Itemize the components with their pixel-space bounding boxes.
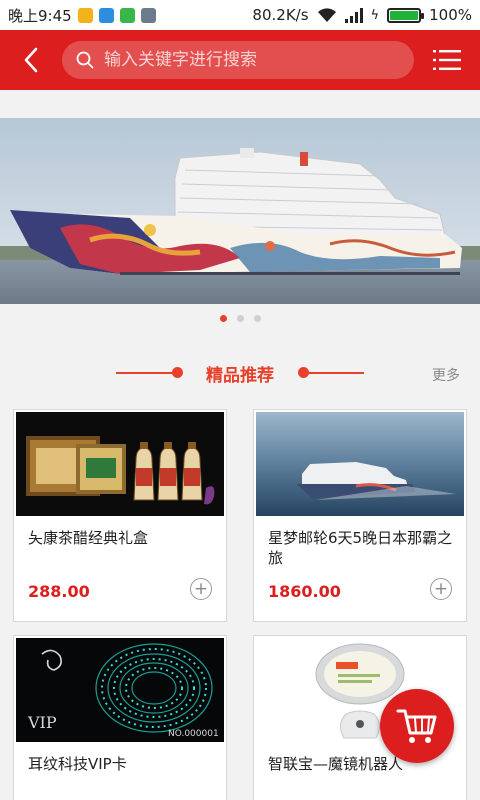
- plus-icon: +: [193, 578, 209, 599]
- product-card[interactable]: 夨康茶醋经典礼盒 288.00 +: [13, 409, 227, 622]
- search-input[interactable]: [104, 50, 414, 70]
- product-name: 星梦邮轮6天5晚日本那霸之旅: [268, 529, 453, 567]
- message-icon: [140, 7, 156, 23]
- add-to-cart-button[interactable]: +: [190, 578, 212, 600]
- carousel-indicator: [0, 315, 480, 322]
- product-name: 耳纹科技VIP卡: [28, 755, 127, 773]
- battery-icon: [387, 7, 425, 23]
- carousel-dot[interactable]: [219, 315, 227, 322]
- section-header: 精品推荐 更多: [0, 355, 480, 391]
- product-card[interactable]: 星梦邮轮6天5晚日本那霸之旅 1860.00 +: [253, 409, 467, 622]
- status-time: 晚上9:45: [8, 6, 72, 25]
- signal-icon: [344, 7, 363, 23]
- section-divider-right: [304, 372, 364, 374]
- more-link[interactable]: 更多: [432, 365, 460, 385]
- carousel-dot[interactable]: [236, 315, 244, 322]
- carousel-dot[interactable]: [253, 315, 261, 322]
- vip-card-label: VIP: [27, 713, 57, 732]
- charging-icon: ϟ: [370, 7, 380, 23]
- product-price: 288.00: [28, 582, 90, 601]
- shopping-cart-icon: [396, 709, 437, 743]
- back-button[interactable]: [0, 30, 62, 90]
- section-title: 精品推荐: [206, 366, 274, 386]
- notification-app-icon: [77, 7, 93, 23]
- product-name: 夨康茶醋经典礼盒: [28, 529, 149, 547]
- top-nav-bar: [0, 30, 480, 90]
- banner-carousel[interactable]: [0, 118, 480, 304]
- status-bar: 晚上9:45 80.2K/s ϟ 100%: [0, 0, 480, 30]
- list-menu-icon: [433, 50, 461, 70]
- product-image: [16, 412, 224, 516]
- search-icon: [76, 51, 94, 69]
- product-image: [256, 412, 464, 516]
- battery-percent: 100%: [429, 6, 472, 24]
- chevron-left-icon: [24, 47, 38, 73]
- network-speed: 80.2K/s: [252, 6, 309, 24]
- upload-icon: [98, 7, 114, 23]
- menu-button[interactable]: [414, 30, 480, 90]
- cruise-ship-banner-image: [0, 118, 480, 304]
- android-icon: [119, 7, 135, 23]
- plus-icon: +: [433, 578, 449, 599]
- add-to-cart-button[interactable]: +: [430, 578, 452, 600]
- wifi-icon: [317, 7, 336, 22]
- vip-card-number: NO.000001: [168, 729, 219, 739]
- product-card[interactable]: VIP NO.000001 耳纹科技VIP卡: [13, 635, 227, 800]
- shopping-cart-button[interactable]: [380, 689, 454, 763]
- product-image: VIP NO.000001: [16, 638, 224, 742]
- search-bar[interactable]: [62, 41, 414, 79]
- product-price: 1860.00: [268, 582, 341, 601]
